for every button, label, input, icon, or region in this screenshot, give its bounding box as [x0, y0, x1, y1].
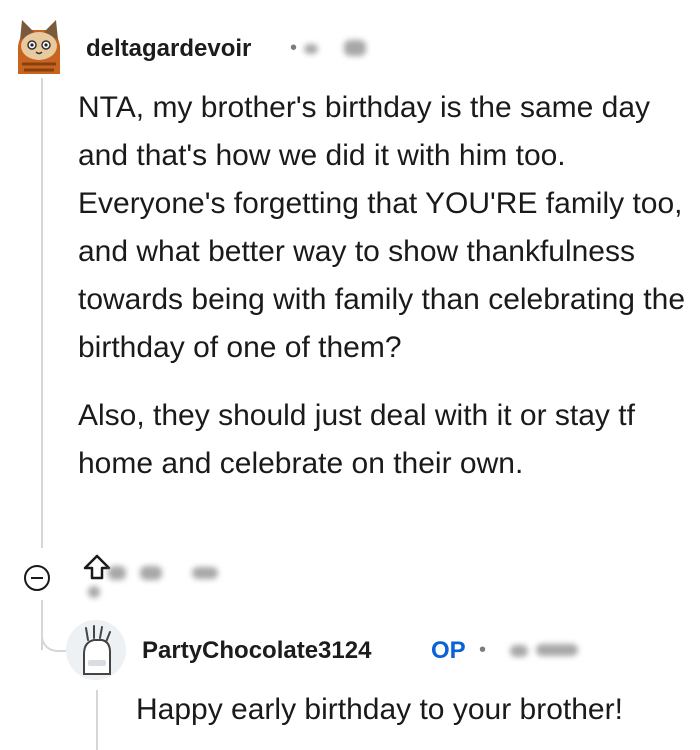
reply-username[interactable]: PartyChocolate3124: [142, 637, 371, 665]
blurred-action-2: [192, 567, 218, 579]
commenter-avatar[interactable]: [12, 16, 66, 76]
op-badge: OP: [431, 637, 466, 664]
blurred-reply-meta-1: [510, 645, 528, 657]
blurred-meta: [344, 40, 366, 56]
collapse-icon[interactable]: [24, 565, 50, 591]
reply-meta-separator: •: [479, 639, 487, 661]
thread-line-reply-child: [96, 690, 98, 750]
comment-paragraph-2: Also, they should just deal with it or s…: [78, 399, 635, 480]
thread-line-main: [41, 78, 43, 548]
comment-body: NTA, my brother's birthday is the same d…: [78, 84, 688, 488]
blurred-reply-meta-2: [536, 644, 578, 656]
reply-avatar[interactable]: [66, 620, 126, 680]
blurred-action-3: [88, 586, 100, 598]
avatar-cat-icon: [12, 16, 66, 76]
blurred-vote-count: [108, 566, 126, 580]
blurred-timestamp: [304, 44, 318, 54]
meta-separator: •: [290, 37, 298, 59]
upvote-icon[interactable]: [82, 553, 112, 581]
commenter-username[interactable]: deltagardevoir: [86, 35, 251, 63]
reply-body: Happy early birthday to your brother!: [136, 693, 623, 726]
comment-paragraph-1: NTA, my brother's birthday is the same d…: [78, 91, 686, 364]
avatar-hand-icon: [66, 620, 126, 680]
blurred-action-1: [140, 566, 162, 580]
